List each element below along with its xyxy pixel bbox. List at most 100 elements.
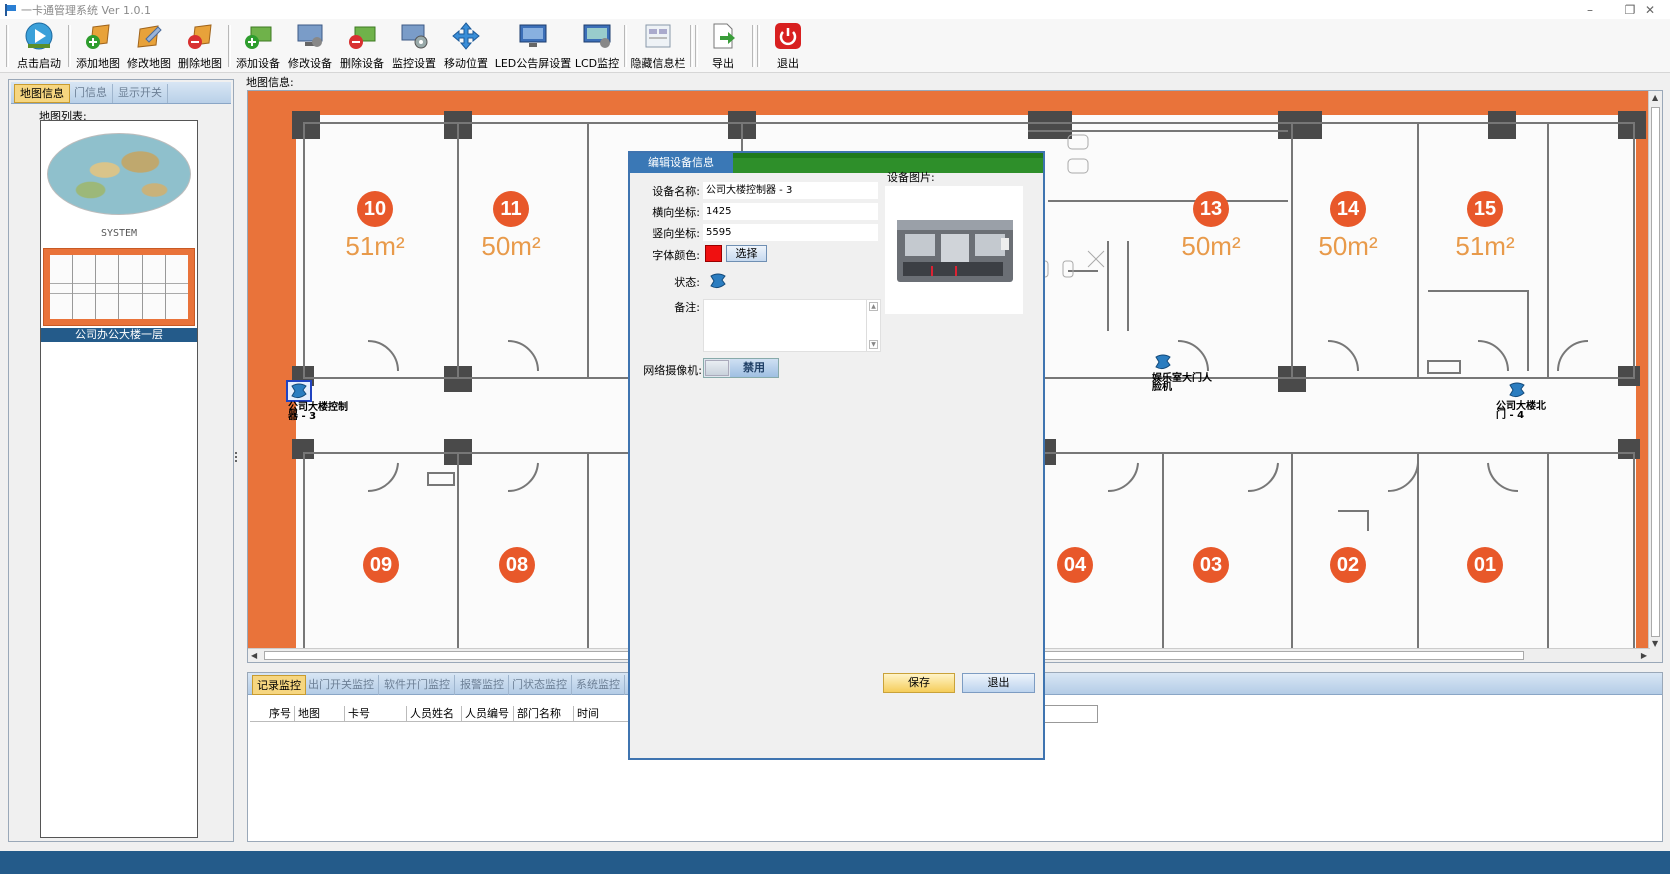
export-label: 导出 [712,57,734,70]
col-person-id[interactable]: 人员编号 [462,706,514,722]
scroll-right-icon[interactable]: ▶ [1641,651,1647,660]
device-image-label: 设备图片: [887,171,935,184]
room-number-badge: 04 [1057,547,1093,583]
export-button[interactable]: 导出 [703,21,743,71]
delete-device-button[interactable]: 删除设备 [337,21,387,71]
tab-software-open-monitor[interactable]: 软件开门监控 [380,675,455,695]
scroll-up-icon[interactable]: ▲ [869,302,878,311]
records-table-header: 序号 地图 卡号 人员姓名 人员编号 部门名称 时间 [250,706,634,722]
panel-splitter[interactable] [234,450,238,470]
add-map-button[interactable]: 添加地图 [73,21,123,71]
scroll-left-icon[interactable]: ◀ [251,651,257,660]
minimize-button[interactable]: – [1570,0,1610,19]
move-position-label: 移动位置 [444,57,488,70]
dialog-exit-button[interactable]: 退出 [962,673,1035,693]
device-image [885,186,1023,314]
remarks-textarea[interactable]: ▲ ▼ [703,299,881,352]
tab-map-info[interactable]: 地图信息 [14,84,70,103]
toolbar-separator [228,25,231,67]
save-button[interactable]: 保存 [883,673,955,693]
room-15: 15 51m² [1440,191,1530,262]
add-device-button[interactable]: 添加设备 [233,21,283,71]
scroll-down-icon[interactable]: ▼ [869,340,878,349]
start-button[interactable]: 点击启动 [14,21,64,71]
lcd-monitor-button[interactable]: LCD监控 [572,21,622,71]
room-number-badge: 08 [499,547,535,583]
monitor-settings-button[interactable]: 监控设置 [389,21,439,71]
col-card-no[interactable]: 卡号 [345,706,407,722]
room-13: 13 50m² [1166,191,1256,262]
tab-system-monitor[interactable]: 系统监控 [572,675,625,695]
remarks-scrollbar[interactable]: ▲ ▼ [866,300,880,351]
device-label: 公司大楼控制器 - 3 [288,402,348,422]
edit-map-icon [137,25,162,48]
x-coord-field[interactable]: 1425 [703,203,878,220]
toolbar-separator [752,25,755,67]
scroll-up-icon[interactable]: ▲ [1652,93,1658,102]
scroll-down-icon[interactable]: ▼ [1652,639,1658,648]
toggle-knob [705,360,729,376]
room-number-badge: 02 [1330,547,1366,583]
monitor-settings-icon [401,24,428,49]
device-north-gate-4[interactable]: 公司大楼北门 - 4 [1496,381,1546,421]
room-area: 50m² [1318,231,1378,261]
delete-map-button[interactable]: 删除地图 [175,21,225,71]
map-vertical-scrollbar[interactable]: ▲ ▼ [1648,91,1662,662]
col-department[interactable]: 部门名称 [514,706,574,722]
tab-alarm-monitor[interactable]: 报警监控 [456,675,509,695]
tab-display-switch[interactable]: 显示开关 [113,84,168,103]
map-item-system[interactable]: SYSTEM [43,123,195,239]
start-icon [25,22,53,50]
tab-exit-switch-monitor[interactable]: 出门开关监控 [304,675,379,695]
x-coord-label: 横向坐标: [652,206,700,219]
device-name-field[interactable]: 公司大楼控制器 - 3 [703,182,878,199]
exit-app-button[interactable]: 退出 [768,21,808,71]
tab-record-monitor[interactable]: 记录监控 [252,675,306,695]
room-number-badge: 15 [1467,191,1503,227]
room-09: 09 [336,547,426,583]
room-number-badge: 10 [357,191,393,227]
title-bar: 一卡通管理系统 Ver 1.0.1 – ❐ ✕ [0,0,1670,19]
floorplan-thumbnail [50,255,188,319]
edit-map-button[interactable]: 修改地图 [124,21,174,71]
edit-device-button[interactable]: 修改设备 [285,21,335,71]
col-map[interactable]: 地图 [295,706,345,722]
edit-map-label: 修改地图 [127,57,171,70]
room-number-badge: 01 [1467,547,1503,583]
tab-door-info[interactable]: 门信息 [69,84,113,103]
map-item-caption: SYSTEM [100,228,138,239]
room-number-badge: 03 [1193,547,1229,583]
app-window: 一卡通管理系统 Ver 1.0.1 – ❐ ✕ 点击启动 添加地图 修改地图 删… [0,0,1670,874]
led-settings-button[interactable]: LED公告屏设置 [495,21,571,71]
room-area: 51m² [1455,231,1515,261]
room-11: 11 50m² [466,191,556,262]
col-time[interactable]: 时间 [574,706,634,722]
add-map-label: 添加地图 [76,57,120,70]
edit-device-icon [297,24,323,47]
hide-info-panel-button[interactable]: 隐藏信息栏 [628,21,688,71]
add-device-label: 添加设备 [236,57,280,70]
device-controller-3[interactable]: 公司大楼控制器 - 3 [286,380,348,422]
move-position-button[interactable]: 移动位置 [441,21,491,71]
room-number-badge: 09 [363,547,399,583]
toolbar-separator [690,25,693,67]
close-window-button[interactable]: ✕ [1632,0,1668,19]
device-face-terminal[interactable]: 娱乐室大门人脸机 [1152,353,1212,393]
map-item-caption-selected[interactable]: 公司办公大楼一层 [41,328,197,342]
tab-door-status-monitor[interactable]: 门状态监控 [508,675,572,695]
vertical-scroll-thumb[interactable] [1651,107,1660,637]
device-status-icon [1509,382,1525,398]
y-coord-field[interactable]: 5595 [703,224,878,241]
room-number-badge: 13 [1193,191,1229,227]
room-number-badge: 14 [1330,191,1366,227]
map-item-office-floor1[interactable] [43,248,195,326]
left-panel: 地图信息 门信息 显示开关 地图列表: SYSTEM 公司办公大楼一层 [8,79,234,842]
choose-color-button[interactable]: 选择 [726,245,767,262]
camera-toggle[interactable]: 禁用 [703,358,779,378]
room-08: 08 [472,547,562,583]
col-seq[interactable]: 序号 [250,706,295,722]
lcd-icon [583,24,611,48]
dialog-title: 编辑设备信息 [630,153,733,173]
col-person-name[interactable]: 人员姓名 [407,706,462,722]
hide-info-panel-label: 隐藏信息栏 [630,57,686,70]
